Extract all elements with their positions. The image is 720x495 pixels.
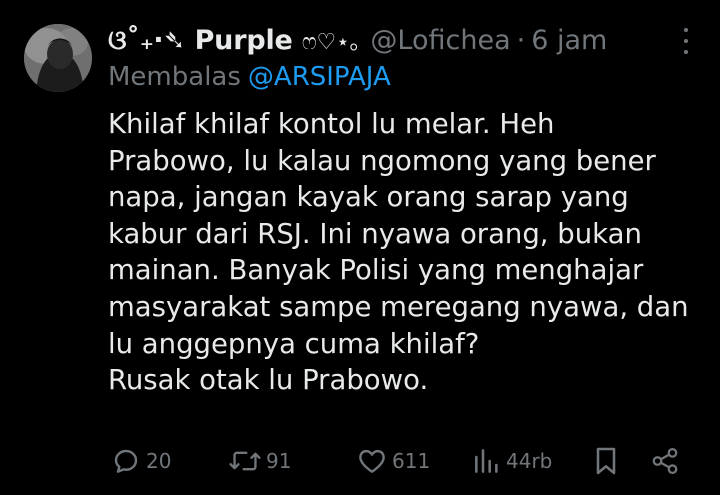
bookmark-icon xyxy=(592,445,620,477)
more-icon[interactable] xyxy=(680,28,692,54)
user-handle[interactable]: @Lofichea xyxy=(370,25,510,56)
views-count: 44rb xyxy=(506,449,553,473)
bookmark-button[interactable] xyxy=(592,440,620,482)
tweet-text-line: Khilaf khilaf kontol lu melar. Heh xyxy=(108,108,555,140)
separator-dot: · xyxy=(516,24,526,56)
heart-icon xyxy=(356,445,388,477)
tweet-text-line: Prabowo, lu kalau ngomong yang bener xyxy=(108,144,656,177)
tweet-text: Khilaf khilaf kontol lu melar. Heh Prabo… xyxy=(108,106,698,399)
share-icon xyxy=(650,445,680,477)
reply-button[interactable]: 20 xyxy=(110,440,171,482)
action-bar: 20 91 611 44rb xyxy=(108,440,688,482)
display-name[interactable]: ଓ˚₊‧➴ Purple ෆ♡⋆｡ xyxy=(108,24,361,57)
tweet-text-line: masyarakat sampe meregang nyawa, dan xyxy=(108,290,689,323)
tweet-header: ଓ˚₊‧➴ Purple ෆ♡⋆｡ @Lofichea · 6 jam xyxy=(108,20,607,60)
tweet-text-line: lu anggepnya cuma khilaf? xyxy=(108,327,480,360)
like-button[interactable]: 611 xyxy=(356,440,430,482)
reply-to-handle[interactable]: @ARSIPAJA xyxy=(248,62,391,92)
avatar[interactable] xyxy=(24,24,92,92)
tweet-text-line: mainan. Banyak Polisi yang menghajar xyxy=(108,254,644,287)
like-count: 611 xyxy=(392,449,431,473)
name-prefix: ଓ˚₊‧➴ xyxy=(108,24,186,56)
tweet-text-line: kabur dari RSJ. Ini nyawa orang, bukan xyxy=(108,217,642,250)
retweet-count: 91 xyxy=(266,449,292,473)
retweet-button[interactable]: 91 xyxy=(228,440,291,482)
tweet[interactable]: ଓ˚₊‧➴ Purple ෆ♡⋆｡ @Lofichea · 6 jam Memb… xyxy=(0,0,720,495)
timestamp[interactable]: 6 jam xyxy=(531,25,607,56)
name-suffix: ෆ♡⋆｡ xyxy=(301,29,361,55)
share-button[interactable] xyxy=(650,440,680,482)
name-plain: Purple xyxy=(194,24,293,56)
reply-prefix: Membalas xyxy=(108,62,241,92)
replying-to: Membalas @ARSIPAJA xyxy=(108,62,391,92)
tweet-text-line: napa, jangan kayak orang sarap yang xyxy=(108,181,629,214)
views-button[interactable]: 44rb xyxy=(472,440,552,482)
retweet-icon xyxy=(228,445,262,477)
reply-count: 20 xyxy=(146,449,172,473)
tweet-text-line: Rusak otak lu Prabowo. xyxy=(108,364,429,397)
views-icon xyxy=(472,445,502,477)
reply-icon xyxy=(110,445,142,477)
